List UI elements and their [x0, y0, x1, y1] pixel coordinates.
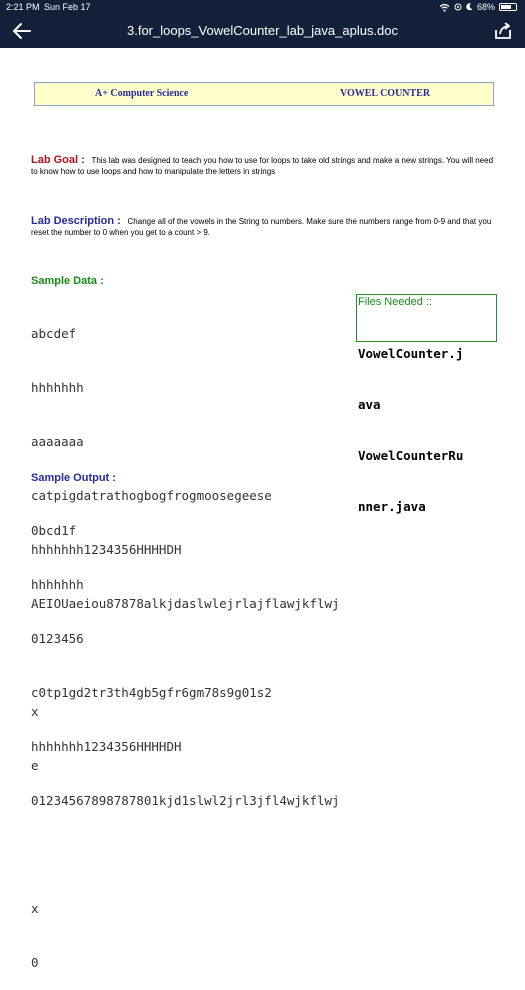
sample-output-line: 0123456	[31, 631, 84, 646]
battery-icon	[499, 3, 517, 11]
wifi-icon	[439, 3, 450, 12]
battery-percent: 68%	[476, 2, 495, 12]
sample-output-line	[31, 846, 340, 864]
header-right-text: VOWEL COUNTER	[340, 88, 431, 99]
lab-description-label: Lab Description :	[31, 215, 121, 227]
sample-output-line: c0tp1gd2tr3th4gb5gfr6gm78s9g01s2	[31, 685, 272, 700]
header-left-text: A+ Computer Science	[95, 88, 189, 99]
share-icon[interactable]	[493, 21, 513, 41]
arrow-left-icon[interactable]	[10, 19, 34, 43]
lab-goal: Lab Goal : This lab was designed to teac…	[31, 155, 496, 177]
files-needed-line: ava	[358, 397, 381, 412]
status-date: Sun Feb 17	[44, 2, 91, 12]
lab-goal-label: Lab Goal :	[31, 154, 85, 166]
sample-output-line: 0bcd1f	[31, 523, 77, 538]
sample-output-line: 0	[31, 955, 39, 970]
status-time: 2:21 PM	[6, 2, 40, 12]
sample-data-label: Sample Data :	[31, 275, 104, 287]
lab-goal-text: This lab was designed to teach you how t…	[31, 156, 494, 176]
files-needed-label: Files Needed ::	[358, 296, 432, 308]
document-title: 3.for_loops_VowelCounter_lab_java_aplus.…	[126, 23, 399, 38]
files-needed-line: VowelCounter.j	[358, 346, 464, 361]
lab-description: Lab Description : Change all of the vowe…	[31, 216, 496, 238]
status-right: 68%	[439, 0, 517, 14]
files-needed-list: VowelCounter.j ava VowelCounterRu nner.j…	[358, 311, 498, 532]
nav-bar: 3.for_loops_VowelCounter_lab_java_aplus.…	[0, 14, 525, 48]
sample-data-line: aaaaaaa	[31, 434, 84, 449]
sample-output-line: x	[31, 901, 39, 916]
files-needed-line: nner.java	[358, 499, 426, 514]
sample-output-lines: 0bcd1f hhhhhhh 0123456 c0tp1gd2tr3th4gb5…	[31, 486, 340, 990]
location-icon	[454, 3, 462, 11]
moon-icon	[466, 3, 473, 11]
status-bar: 2:21 PM Sun Feb 17 68%	[0, 0, 525, 14]
files-needed-line: VowelCounterRu	[358, 448, 464, 463]
header-box: A+ Computer Science VOWEL COUNTER	[34, 82, 494, 106]
sample-output-line: hhhhhhh1234356HHHHDH	[31, 739, 182, 754]
sample-output-line: hhhhhhh	[31, 577, 84, 592]
sample-output-line: 01234567898787801kjd1slwl2jrl3jfl4wjkflw…	[31, 793, 340, 808]
sample-data-line: hhhhhhh	[31, 380, 84, 395]
sample-output-label: Sample Output :	[31, 472, 116, 484]
sample-data-line: abcdef	[31, 326, 77, 341]
